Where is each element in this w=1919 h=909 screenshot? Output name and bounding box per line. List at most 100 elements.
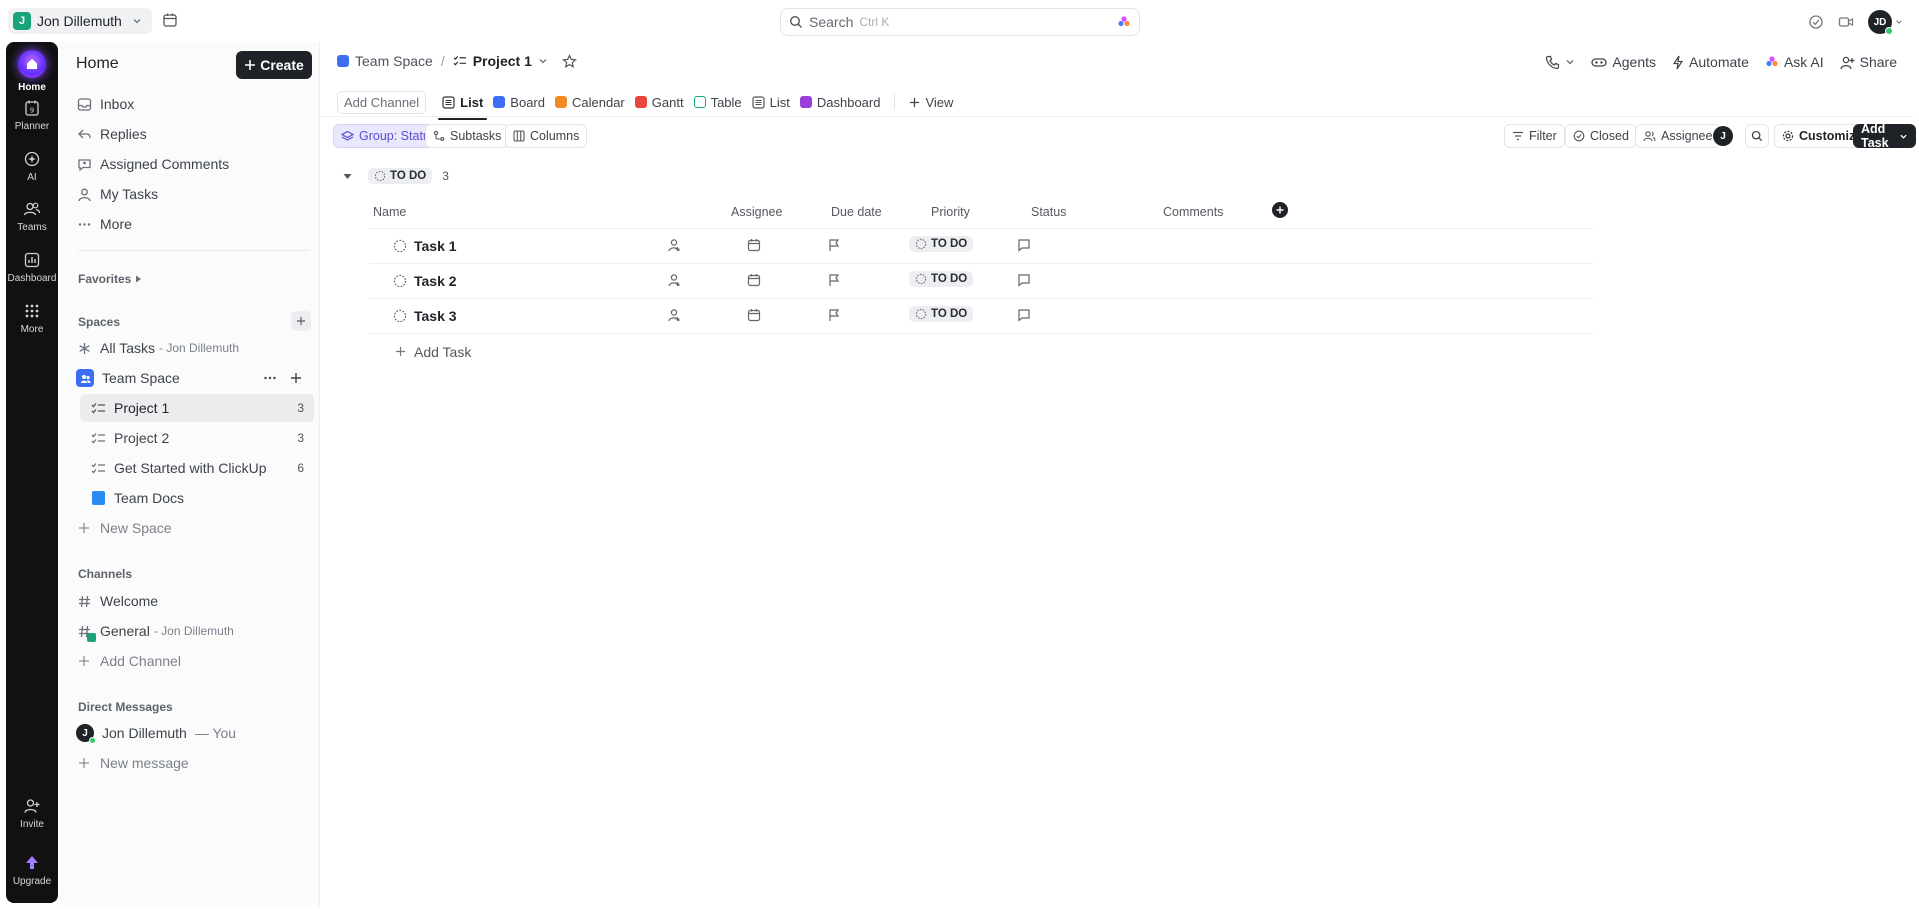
column-priority[interactable]: Priority <box>931 205 970 219</box>
rail-dashboard[interactable]: Dashboard <box>6 251 58 284</box>
workspace-switcher[interactable]: J Jon Dillemuth <box>8 8 152 34</box>
sidebar-item-my-tasks[interactable]: My Tasks <box>66 180 314 208</box>
add-column-button[interactable] <box>1272 202 1288 218</box>
channel-welcome[interactable]: Welcome <box>66 587 314 615</box>
status-chip[interactable]: TO DO <box>368 168 433 184</box>
due-date-icon[interactable] <box>747 308 761 322</box>
ai-brain-icon[interactable] <box>1117 15 1131 29</box>
comment-icon[interactable] <box>1017 273 1031 287</box>
sidebar-item-project-1[interactable]: Project 1 3 <box>80 394 314 422</box>
column-status[interactable]: Status <box>1031 205 1066 219</box>
agents-button[interactable]: Agents <box>1591 54 1656 70</box>
share-button[interactable]: Share <box>1839 54 1897 70</box>
new-space-button[interactable]: New Space <box>66 514 314 542</box>
rail-home[interactable]: Home <box>6 50 58 93</box>
table-row[interactable]: Task 2 TO DO <box>369 263 1593 298</box>
tab-list-2[interactable]: List <box>752 87 790 117</box>
todo-status-icon[interactable] <box>393 274 407 288</box>
priority-flag-icon[interactable] <box>827 273 841 287</box>
column-comments[interactable]: Comments <box>1163 205 1223 219</box>
space-icon <box>337 55 349 67</box>
sidebar-item-team-docs[interactable]: Team Docs <box>80 484 314 512</box>
tab-list[interactable]: List <box>438 87 488 120</box>
ellipsis-icon[interactable] <box>262 371 278 385</box>
sidebar-item-team-space[interactable]: Team Space <box>66 364 314 392</box>
closed-button[interactable]: Closed <box>1565 124 1637 148</box>
add-task-row[interactable]: Add Task <box>369 333 1593 368</box>
column-assignee[interactable]: Assignee <box>731 205 782 219</box>
tab-board[interactable]: Board <box>493 87 545 117</box>
caret-down-icon[interactable] <box>343 173 352 180</box>
rail-planner[interactable]: 9 Planner <box>6 99 58 132</box>
task-name[interactable]: Task 2 <box>414 273 457 289</box>
sidebar-item-get-started[interactable]: Get Started with ClickUp 6 <box>80 454 314 482</box>
column-name[interactable]: Name <box>373 205 406 219</box>
add-space-button[interactable] <box>291 311 311 331</box>
plus-icon[interactable] <box>288 372 304 384</box>
priority-flag-icon[interactable] <box>827 308 841 322</box>
breadcrumb-space[interactable]: Team Space <box>355 53 433 69</box>
filter-button[interactable]: Filter <box>1504 124 1565 148</box>
ask-ai-button[interactable]: Ask AI <box>1765 54 1824 70</box>
comment-icon[interactable] <box>1017 238 1031 252</box>
breadcrumb-project[interactable]: Project 1 <box>473 53 532 69</box>
due-date-icon[interactable] <box>747 238 761 252</box>
new-message-button[interactable]: New message <box>66 749 314 777</box>
column-due-date[interactable]: Due date <box>831 205 882 219</box>
rail-invite[interactable]: Invite <box>6 797 58 830</box>
automate-button[interactable]: Automate <box>1672 54 1749 70</box>
add-view-button[interactable]: View <box>909 87 953 117</box>
favorites-header[interactable]: Favorites <box>78 272 142 286</box>
comment-icon[interactable] <box>1017 308 1031 322</box>
status-chip[interactable]: TO DO <box>909 271 974 287</box>
rail-upgrade[interactable]: Upgrade <box>6 854 58 887</box>
rail-teams[interactable]: Teams <box>6 200 58 233</box>
priority-flag-icon[interactable] <box>827 238 841 252</box>
create-button[interactable]: Create <box>236 51 312 79</box>
sidebar-item-more[interactable]: More <box>66 210 314 238</box>
search-bar[interactable]: Search Ctrl K <box>780 8 1140 36</box>
channel-general[interactable]: General - Jon Dillemuth <box>66 617 314 645</box>
rail-ai[interactable]: AI <box>6 150 58 183</box>
user-menu[interactable]: JD <box>1868 10 1903 35</box>
columns-button[interactable]: Columns <box>505 124 588 148</box>
sidebar-item-assigned-comments[interactable]: Assigned Comments <box>66 150 314 178</box>
calendar-icon[interactable] <box>162 12 178 28</box>
subtasks-button[interactable]: Subtasks <box>425 124 510 148</box>
assignee-avatar[interactable]: J <box>1713 126 1733 146</box>
tab-table[interactable]: Table <box>693 87 742 117</box>
table-row[interactable]: Task 3 TO DO <box>369 298 1593 333</box>
tab-gantt[interactable]: Gantt <box>634 87 684 117</box>
sidebar-item-project-2[interactable]: Project 2 3 <box>80 424 314 452</box>
call-button[interactable] <box>1545 55 1575 70</box>
search-tasks-button[interactable] <box>1745 124 1769 148</box>
todo-status-icon[interactable] <box>393 309 407 323</box>
task-name[interactable]: Task 3 <box>414 308 457 324</box>
chevron-down-icon[interactable] <box>1899 132 1908 141</box>
add-channel-button[interactable]: Add Channel <box>66 647 314 675</box>
task-name[interactable]: Task 1 <box>414 238 457 254</box>
add-task-button[interactable]: Add Task <box>1853 122 1916 150</box>
assignee-icon[interactable] <box>667 273 681 287</box>
assignee-icon[interactable] <box>667 238 681 252</box>
check-circle-icon[interactable] <box>1808 14 1824 30</box>
table-row[interactable]: Task 1 TO DO <box>369 228 1593 263</box>
star-icon[interactable] <box>561 53 577 69</box>
assignee-button[interactable]: Assignee <box>1635 124 1721 148</box>
video-icon[interactable] <box>1838 14 1854 30</box>
add-channel-button[interactable]: Add Channel <box>337 90 427 114</box>
status-chip[interactable]: TO DO <box>909 306 974 322</box>
tab-dashboard[interactable]: Dashboard <box>799 87 880 117</box>
assignee-icon[interactable] <box>667 308 681 322</box>
rail-more[interactable]: More <box>6 302 58 335</box>
add-task-label: Add Task <box>414 344 472 360</box>
tab-calendar[interactable]: Calendar <box>555 87 625 117</box>
sidebar-item-all-tasks[interactable]: All Tasks - Jon Dillemuth <box>66 334 314 362</box>
status-chip[interactable]: TO DO <box>909 236 974 252</box>
due-date-icon[interactable] <box>747 273 761 287</box>
chevron-down-icon[interactable] <box>538 56 548 66</box>
todo-status-icon[interactable] <box>393 239 407 253</box>
sidebar-item-inbox[interactable]: Inbox <box>66 90 314 118</box>
dm-jon-dillemuth[interactable]: J Jon Dillemuth — You <box>66 719 314 747</box>
sidebar-item-replies[interactable]: Replies <box>66 120 314 148</box>
